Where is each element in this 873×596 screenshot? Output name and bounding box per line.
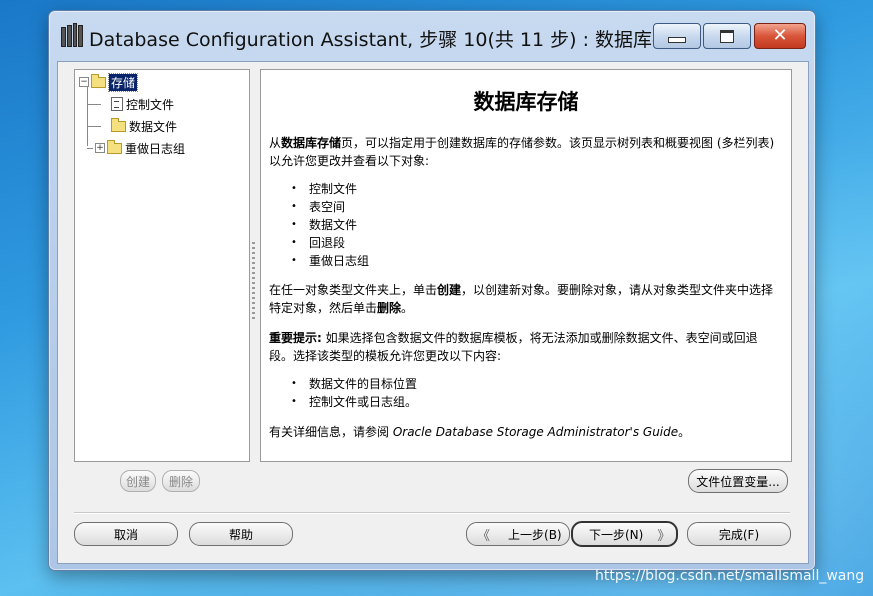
tree-node-label: 重做日志组: [125, 141, 186, 156]
para-text: 。: [678, 425, 691, 439]
footer-separator: [74, 512, 790, 514]
intro-bold-text: 数据库存储: [281, 136, 342, 150]
window-title: Database Configuration Assistant, 步骤 10(…: [89, 29, 691, 51]
maximize-icon: [720, 29, 734, 43]
reference-paragraph: 有关详细信息，请参阅 Oracle Database Storage Admin…: [269, 423, 781, 441]
chevron-right-icon: 》: [657, 528, 671, 544]
next-button[interactable]: 下一步(N) 》: [571, 521, 678, 547]
para-bold-text: 删除: [377, 301, 402, 315]
object-list: 控制文件 表空间 数据文件 回退段 重做日志组: [291, 180, 369, 270]
template-items-list: 数据文件的目标位置 控制文件或日志组。: [291, 375, 417, 411]
back-button[interactable]: 《 上一步(B): [466, 522, 570, 546]
expand-icon[interactable]: +: [95, 143, 105, 153]
pane-splitter[interactable]: [252, 242, 255, 322]
file-location-variables-button[interactable]: 文件位置变量...: [688, 469, 788, 493]
minimize-button[interactable]: [653, 23, 701, 49]
tree-node-label: 存储: [107, 72, 139, 92]
para-text: 。: [401, 301, 414, 315]
guide-title: Oracle Database Storage Administrator's …: [392, 425, 679, 439]
document-icon: [111, 97, 123, 111]
important-label: 重要提示:: [269, 331, 322, 345]
finish-button[interactable]: 完成(F): [687, 522, 791, 546]
intro-paragraph: 从数据库存储页，可以指定用于创建数据库的存储参数。该页显示树列表和概要视图 (多…: [269, 134, 781, 170]
database-app-icon: [61, 23, 83, 47]
tree-node-label: 数据文件: [129, 119, 178, 134]
para-text: 有关详细信息，请参阅: [269, 425, 393, 439]
list-item: 数据文件的目标位置: [291, 375, 417, 393]
tree-connector: [87, 148, 93, 149]
list-item: 回退段: [291, 234, 369, 252]
chevron-left-icon: 《: [477, 528, 491, 544]
para-text: 在任一对象类型文件夹上，单击: [269, 283, 438, 297]
dbca-window: Database Configuration Assistant, 步骤 10(…: [48, 10, 816, 571]
maximize-button[interactable]: [703, 23, 751, 49]
para-bold-text: 创建: [437, 283, 462, 297]
delete-button[interactable]: 删除: [162, 470, 200, 492]
watermark-text: https://blog.csdn.net/smallsmall_wang: [595, 568, 865, 584]
folder-open-icon: [91, 73, 106, 88]
list-item: 控制文件或日志组。: [291, 393, 417, 411]
close-icon: ✕: [772, 25, 788, 46]
tree-connector: [87, 104, 101, 105]
back-button-label: 上一步(B): [508, 527, 562, 542]
close-button[interactable]: ✕: [754, 23, 806, 49]
para-text: 如果选择包含数据文件的数据库模板，将无法添加或删除数据文件、表空间或回退段。选择…: [269, 331, 758, 363]
list-item: 数据文件: [291, 216, 369, 234]
create-button[interactable]: 创建: [120, 470, 156, 492]
create-delete-paragraph: 在任一对象类型文件夹上，单击创建，以创建新对象。要删除对象，请从对象类型文件夹中…: [269, 281, 781, 317]
next-button-label: 下一步(N): [589, 527, 644, 542]
page-heading: 数据库存储: [473, 89, 579, 114]
dialog-client-area: − 存储 控制文件 数据文件 + 重做日志组 数据库存储 从数据库存储页，可以指…: [57, 61, 809, 564]
title-bar[interactable]: Database Configuration Assistant, 步骤 10(…: [49, 11, 815, 63]
cancel-button[interactable]: 取消: [74, 522, 178, 546]
list-item: 表空间: [291, 198, 369, 216]
important-note-paragraph: 重要提示: 如果选择包含数据文件的数据库模板，将无法添加或删除数据文件、表空间或…: [269, 329, 781, 365]
intro-text: 页，可以指定用于创建数据库的存储参数。该页显示树列表和概要视图 (多栏列表) 以…: [269, 136, 775, 168]
storage-tree[interactable]: − 存储 控制文件 数据文件 + 重做日志组: [74, 69, 250, 462]
intro-text: 从: [269, 136, 282, 150]
list-item: 重做日志组: [291, 252, 369, 270]
folder-icon: [107, 139, 122, 154]
tree-node-control-files[interactable]: 控制文件: [111, 95, 174, 113]
minimize-icon: [668, 37, 686, 43]
help-button[interactable]: 帮助: [189, 522, 293, 546]
tree-node-storage[interactable]: − 存储: [79, 72, 139, 92]
tree-node-redo-log-groups[interactable]: + 重做日志组: [95, 139, 185, 157]
folder-icon: [111, 117, 126, 132]
tree-node-data-files[interactable]: 数据文件: [111, 117, 177, 135]
help-content-pane: 数据库存储 从数据库存储页，可以指定用于创建数据库的存储参数。该页显示树列表和概…: [260, 69, 792, 462]
list-item: 控制文件: [291, 180, 369, 198]
tree-connector: [87, 126, 101, 127]
tree-node-label: 控制文件: [126, 97, 175, 112]
collapse-icon[interactable]: −: [79, 77, 89, 87]
tree-connector: [87, 84, 88, 146]
